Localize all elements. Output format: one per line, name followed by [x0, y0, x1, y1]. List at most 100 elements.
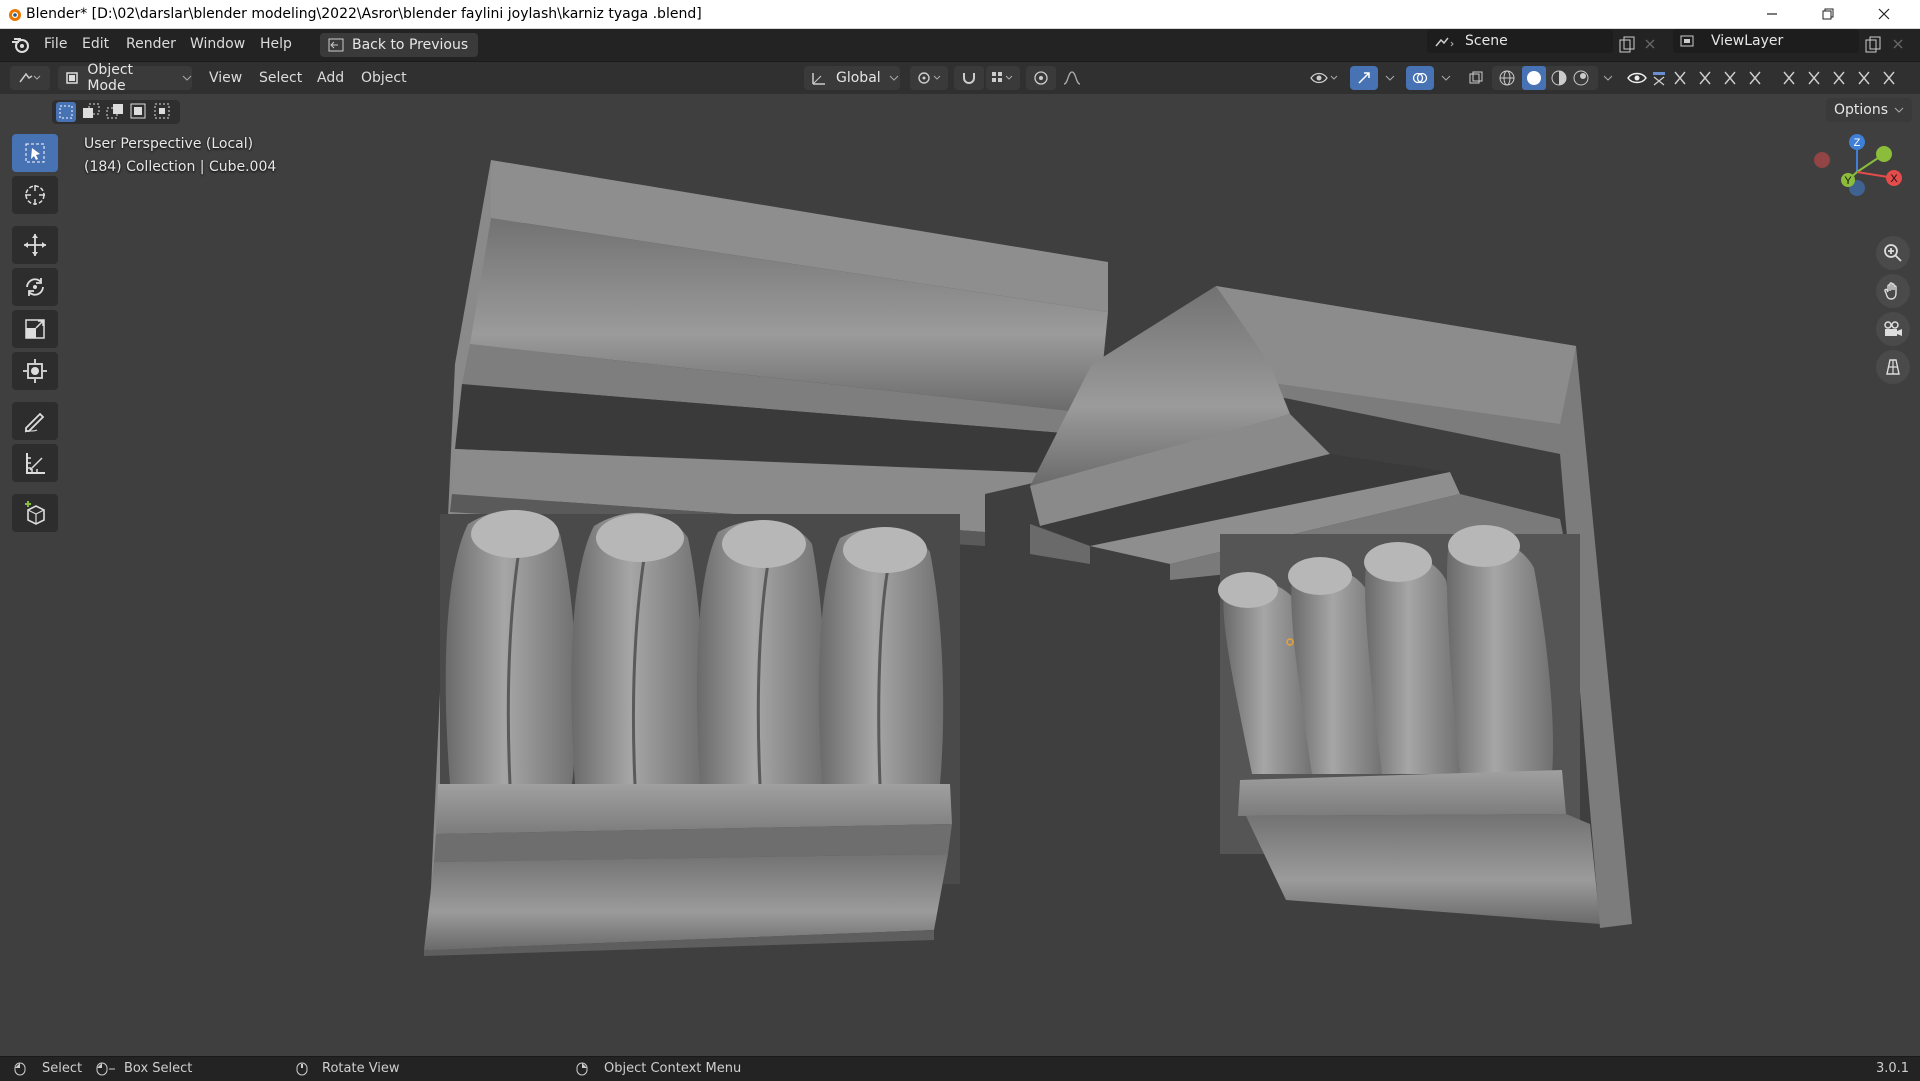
header-menu-object[interactable]: Object [361, 70, 407, 86]
tool-transform[interactable] [12, 352, 58, 390]
status-version: 3.0.1 [1876, 1061, 1910, 1076]
header-menu-select[interactable]: Select [259, 70, 302, 86]
chevron-down-icon [1385, 75, 1395, 81]
status-box-select: Box Select [124, 1061, 193, 1076]
mouse-drag-icon [96, 1062, 115, 1076]
orientation-label: Global [836, 70, 881, 86]
restrict-x-icon [1674, 71, 1895, 85]
solid-shading-button[interactable] [1522, 66, 1546, 90]
transform-orientation-dropdown[interactable]: Global [804, 66, 900, 90]
status-select: Select [42, 1061, 83, 1076]
proportional-edit-icon [1034, 71, 1048, 85]
gizmo-y-label: Y [1844, 175, 1852, 187]
falloff-curve-icon [1063, 71, 1081, 85]
cursor-icon [25, 185, 45, 205]
3d-viewport[interactable]: Options User Perspective (Local) (184) C… [0, 94, 1920, 1056]
pivot-point-dropdown[interactable] [910, 66, 948, 90]
blender-menu-icon[interactable] [10, 36, 30, 54]
back-to-previous-label: Back to Previous [352, 37, 469, 53]
wireframe-shading-icon[interactable] [1498, 69, 1516, 87]
tool-cursor[interactable] [12, 176, 58, 214]
gizmo-toggle[interactable] [1350, 66, 1378, 90]
snap-target-dropdown[interactable] [986, 66, 1020, 90]
menu-window[interactable]: Window [190, 36, 245, 52]
object-mode-icon [66, 72, 78, 84]
menu-render[interactable]: Render [126, 36, 176, 52]
new-viewlayer-icon[interactable] [1864, 36, 1882, 54]
close-button[interactable] [1856, 0, 1912, 28]
tool-measure[interactable] [12, 444, 58, 482]
rendered-shading-icon[interactable] [1572, 69, 1590, 87]
minimize-button[interactable] [1744, 0, 1800, 28]
new-scene-icon[interactable] [1618, 36, 1636, 54]
overlays-dropdown[interactable] [1436, 66, 1456, 90]
viewlayer-selector[interactable]: ViewLayer [1673, 29, 1859, 53]
snap-toggle[interactable] [954, 66, 984, 90]
eye-icon [1627, 72, 1647, 84]
viewport-collection-label: (184) Collection | Cube.004 [84, 159, 277, 175]
menu-file[interactable]: File [44, 36, 67, 52]
gizmo-z-label: Z [1854, 137, 1861, 149]
tool-rotate[interactable] [12, 268, 58, 306]
gizmo-dropdown[interactable] [1380, 66, 1400, 90]
navigation-gizmo[interactable]: Z Y X [1802, 132, 1912, 212]
add-cube-icon [25, 501, 45, 525]
maximize-button[interactable] [1800, 0, 1856, 28]
tool-annotate[interactable] [12, 402, 58, 440]
camera-view-button[interactable] [1876, 312, 1910, 346]
viewport-perspective-label: User Perspective (Local) [84, 136, 254, 152]
zoom-view-button[interactable] [1876, 236, 1910, 270]
tool-scale[interactable] [12, 310, 58, 348]
visibility-eye-button[interactable] [1624, 66, 1650, 90]
status-rotate-view: Rotate View [322, 1061, 400, 1076]
close-icon [1878, 8, 1890, 20]
mode-dropdown[interactable]: Object Mode [58, 62, 192, 94]
falloff-dropdown[interactable] [1058, 66, 1092, 90]
back-to-previous-button[interactable]: Back to Previous [320, 33, 479, 57]
magnet-icon [963, 73, 975, 84]
mouse-middle-icon [296, 1062, 308, 1076]
status-context-menu: Object Context Menu [604, 1061, 742, 1076]
xray-toggle[interactable] [1462, 66, 1490, 90]
gizmo-icon [1358, 72, 1370, 84]
shading-dropdown[interactable] [1598, 66, 1618, 90]
editor-type-dropdown[interactable] [10, 66, 50, 90]
visibility-dropdown[interactable] [1304, 66, 1344, 90]
move-icon [24, 234, 46, 256]
back-icon [328, 38, 344, 52]
overlays-toggle[interactable] [1406, 66, 1434, 90]
pivot-icon [918, 72, 941, 84]
chevron-down-icon [1603, 75, 1613, 81]
measure-icon [26, 453, 45, 474]
material-shading-icon[interactable] [1550, 69, 1568, 87]
scene-selector[interactable]: Scene [1427, 29, 1613, 53]
local-view-button[interactable] [1648, 66, 1670, 90]
menu-help[interactable]: Help [260, 36, 292, 52]
snap-grid-icon [992, 72, 1013, 82]
viewport-header: Object Mode View Select Add Object Globa… [0, 62, 1920, 94]
overlays-icon [1412, 72, 1428, 84]
tool-select-box[interactable] [12, 134, 58, 172]
mouse-right-icon [576, 1062, 588, 1076]
status-bar: Select Box Select Rotate View Object Con… [0, 1056, 1920, 1081]
delete-viewlayer-icon[interactable] [1892, 38, 1904, 50]
gizmo-x-label: X [1890, 173, 1898, 185]
perspective-toggle-button[interactable] [1876, 350, 1910, 384]
header-menu-view[interactable]: View [209, 70, 242, 86]
delete-scene-icon[interactable] [1644, 38, 1656, 50]
annotate-icon [24, 412, 45, 433]
restrict-toggles[interactable] [1672, 66, 1912, 90]
cornice-model[interactable] [0, 94, 1920, 1056]
scene-label: Scene [1465, 33, 1508, 49]
menu-edit[interactable]: Edit [82, 36, 109, 52]
pan-view-button[interactable] [1876, 274, 1910, 308]
header-menu-add[interactable]: Add [317, 70, 344, 86]
view-object-types-icon [1310, 72, 1338, 84]
tool-move[interactable] [12, 226, 58, 264]
proportional-edit-toggle[interactable] [1026, 66, 1056, 90]
select-box-icon [25, 143, 45, 163]
solid-shading-icon [1527, 71, 1541, 85]
viewlayer-label: ViewLayer [1711, 33, 1784, 49]
xray-icon [1469, 71, 1483, 84]
tool-add-cube[interactable] [12, 494, 58, 532]
